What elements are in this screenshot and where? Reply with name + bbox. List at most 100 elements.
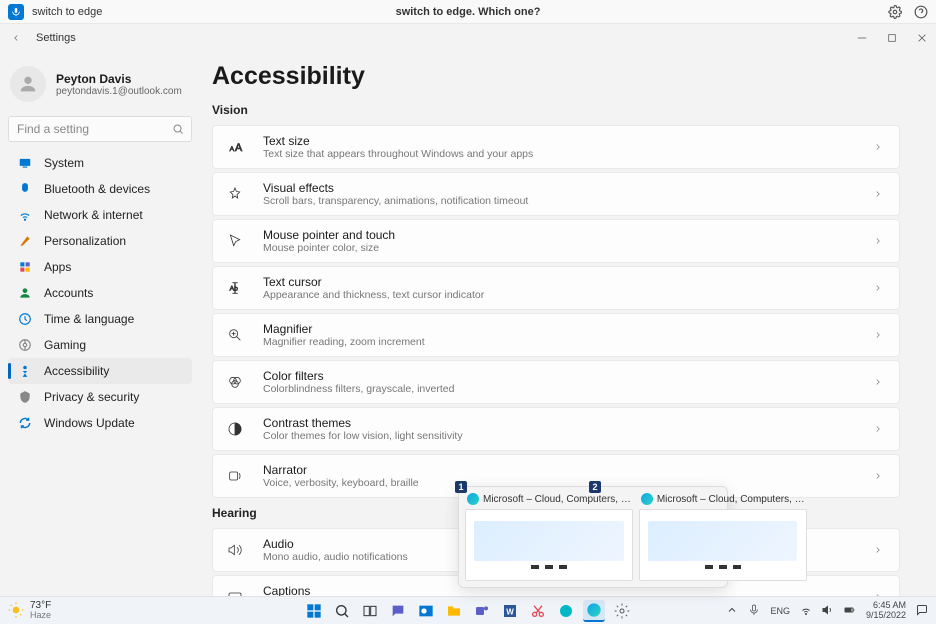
maximize-button[interactable] [886, 32, 898, 44]
nav-label: Network & internet [44, 208, 143, 222]
nav-label: Windows Update [44, 416, 135, 430]
card-title: Text cursor [263, 275, 855, 289]
wifi-icon[interactable] [800, 604, 812, 618]
settings-card-magnifier[interactable]: Magnifier Magnifier reading, zoom increm… [212, 313, 900, 357]
nav-label: Accounts [44, 286, 93, 300]
minimize-button[interactable] [856, 32, 868, 44]
nav-label: Privacy & security [44, 390, 139, 404]
word-icon[interactable]: W [499, 600, 521, 622]
search-taskbar-icon[interactable] [331, 600, 353, 622]
card-title: Visual effects [263, 181, 855, 195]
close-button[interactable] [916, 32, 928, 44]
sidebar-item-apps[interactable]: Apps [8, 254, 192, 280]
card-description: Colorblindness filters, grayscale, inver… [263, 383, 855, 395]
notifications-icon[interactable] [916, 604, 928, 618]
start-button[interactable] [303, 600, 325, 622]
card-description: Appearance and thickness, text cursor in… [263, 289, 855, 301]
voice-command-bar: switch to edge switch to edge. Which one… [0, 0, 936, 24]
tray-chevron-icon[interactable] [726, 604, 738, 618]
sidebar-item-privacy-security[interactable]: Privacy & security [8, 384, 192, 410]
app-icon[interactable] [555, 600, 577, 622]
task-view-icon[interactable] [359, 600, 381, 622]
app-title: Settings [36, 32, 76, 44]
svg-text:W: W [506, 607, 514, 616]
card-title: Mouse pointer and touch [263, 228, 855, 242]
snipping-tool-icon[interactable] [527, 600, 549, 622]
sidebar-item-system[interactable]: System [8, 150, 192, 176]
task-badge-2: 2 [589, 481, 601, 493]
tray-mic-icon[interactable] [748, 604, 760, 618]
chevron-right-icon [873, 140, 887, 155]
nav-label: Time & language [44, 312, 134, 326]
mic-icon [8, 4, 24, 20]
chevron-right-icon [873, 234, 887, 249]
chevron-right-icon [873, 187, 887, 202]
back-button[interactable] [8, 30, 24, 46]
sidebar-item-windows-update[interactable]: Windows Update [8, 410, 192, 436]
settings-card-contrast-themes[interactable]: Contrast themes Color themes for low vis… [212, 407, 900, 451]
sidebar-item-time-language[interactable]: Time & language [8, 306, 192, 332]
sidebar: Peyton Davis peytondavis.1@outlook.com S… [0, 52, 200, 596]
task-switcher-popup: 1 2 Microsoft – Cloud, Computers, … Micr… [458, 486, 728, 588]
settings-card-text-size[interactable]: AA Text size Text size that appears thro… [212, 125, 900, 169]
clock[interactable]: 6:45 AM 9/15/2022 [866, 601, 906, 621]
card-description: Text size that appears throughout Window… [263, 148, 855, 160]
card-icon [225, 327, 245, 343]
card-title: Contrast themes [263, 416, 855, 430]
profile-block[interactable]: Peyton Davis peytondavis.1@outlook.com [8, 60, 192, 112]
settings-card-mouse-pointer-and-touch[interactable]: Mouse pointer and touch Mouse pointer co… [212, 219, 900, 263]
nav-label: Personalization [44, 234, 126, 248]
task-window-1[interactable]: Microsoft – Cloud, Computers, … [465, 493, 633, 581]
profile-name: Peyton Davis [56, 72, 182, 86]
search-input[interactable] [8, 116, 192, 142]
voice-prompt-text: switch to edge. Which one? [396, 6, 541, 18]
chevron-right-icon [873, 375, 887, 390]
edge-icon [467, 493, 479, 505]
nav-icon [18, 234, 32, 248]
section-label: Vision [212, 103, 900, 117]
sidebar-item-accounts[interactable]: Accounts [8, 280, 192, 306]
chevron-right-icon [873, 543, 887, 558]
card-description: Magnifier reading, zoom increment [263, 336, 855, 348]
svg-text:A: A [230, 146, 235, 153]
chevron-right-icon [873, 422, 887, 437]
sidebar-item-bluetooth-devices[interactable]: Bluetooth & devices [8, 176, 192, 202]
task-window-2[interactable]: Microsoft – Cloud, Computers, … [639, 493, 807, 581]
edge-icon [641, 493, 653, 505]
settings-card-visual-effects[interactable]: Visual effects Scroll bars, transparency… [212, 172, 900, 216]
nav-label: Apps [44, 260, 71, 274]
card-title: Narrator [263, 463, 855, 477]
teams-icon[interactable] [471, 600, 493, 622]
settings-taskbar-icon[interactable] [611, 600, 633, 622]
nav-icon [18, 182, 32, 196]
search-icon [172, 123, 184, 135]
sidebar-item-network-internet[interactable]: Network & internet [8, 202, 192, 228]
nav-label: Gaming [44, 338, 86, 352]
file-explorer-icon[interactable] [443, 600, 465, 622]
sidebar-item-accessibility[interactable]: Accessibility [8, 358, 192, 384]
task-title: Microsoft – Cloud, Computers, … [657, 494, 805, 505]
nav-label: Accessibility [44, 364, 109, 378]
weather-widget[interactable]: 73°F Haze [8, 600, 51, 621]
sidebar-item-gaming[interactable]: Gaming [8, 332, 192, 358]
outlook-icon[interactable] [415, 600, 437, 622]
svg-text:A: A [235, 142, 243, 154]
sidebar-item-personalization[interactable]: Personalization [8, 228, 192, 254]
volume-icon[interactable] [822, 604, 834, 618]
settings-card-color-filters[interactable]: Color filters Colorblindness filters, gr… [212, 360, 900, 404]
nav-label: Bluetooth & devices [44, 182, 150, 196]
nav-label: System [44, 156, 84, 170]
chevron-right-icon [873, 328, 887, 343]
weather-condition: Haze [30, 611, 51, 621]
card-icon [225, 374, 245, 390]
settings-card-text-cursor[interactable]: Ab Text cursor Appearance and thickness,… [212, 266, 900, 310]
help-icon[interactable] [914, 5, 928, 19]
card-description: Mouse pointer color, size [263, 242, 855, 254]
chat-icon[interactable] [387, 600, 409, 622]
language-indicator[interactable]: ENG [770, 606, 790, 616]
edge-icon[interactable] [583, 600, 605, 622]
gear-icon[interactable] [888, 5, 902, 19]
card-icon [225, 186, 245, 202]
battery-icon[interactable] [844, 604, 856, 618]
avatar [10, 66, 46, 102]
